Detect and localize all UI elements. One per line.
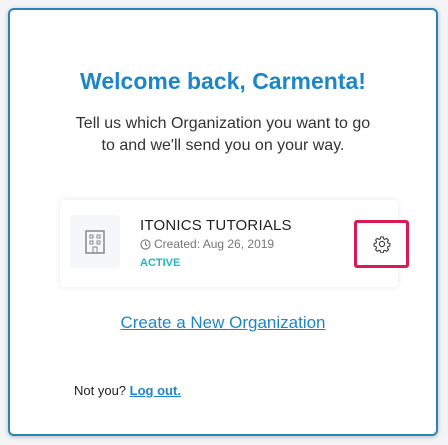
organization-created: Created: Aug 26, 2019: [140, 237, 274, 251]
not-you-label: Not you?: [74, 383, 127, 398]
not-you-row: Not you? Log out.: [74, 383, 181, 398]
subtitle-line-2: to and we'll send you on your way.: [101, 137, 345, 154]
building-icon: [85, 230, 105, 254]
clock-icon: [140, 238, 151, 250]
page-subtitle: Tell us which Organization you want to g…: [50, 113, 396, 157]
welcome-panel: Welcome back, Carmenta! Tell us which Or…: [8, 8, 438, 436]
organization-created-text: Created: Aug 26, 2019: [154, 237, 275, 251]
page-title: Welcome back, Carmenta!: [80, 68, 366, 94]
organization-card[interactable]: ITONICS TUTORIALS Created: Aug 26, 2019 …: [60, 200, 398, 287]
create-organization-link[interactable]: Create a New Organization: [10, 313, 436, 333]
organization-logo: [70, 215, 120, 268]
subtitle-line-1: Tell us which Organization you want to g…: [75, 115, 371, 132]
organization-settings-button[interactable]: [354, 220, 409, 268]
organization-name[interactable]: ITONICS TUTORIALS: [140, 217, 292, 234]
logout-link[interactable]: Log out.: [130, 383, 181, 398]
gear-icon: [372, 236, 391, 253]
status-badge: ACTIVE: [140, 257, 181, 269]
